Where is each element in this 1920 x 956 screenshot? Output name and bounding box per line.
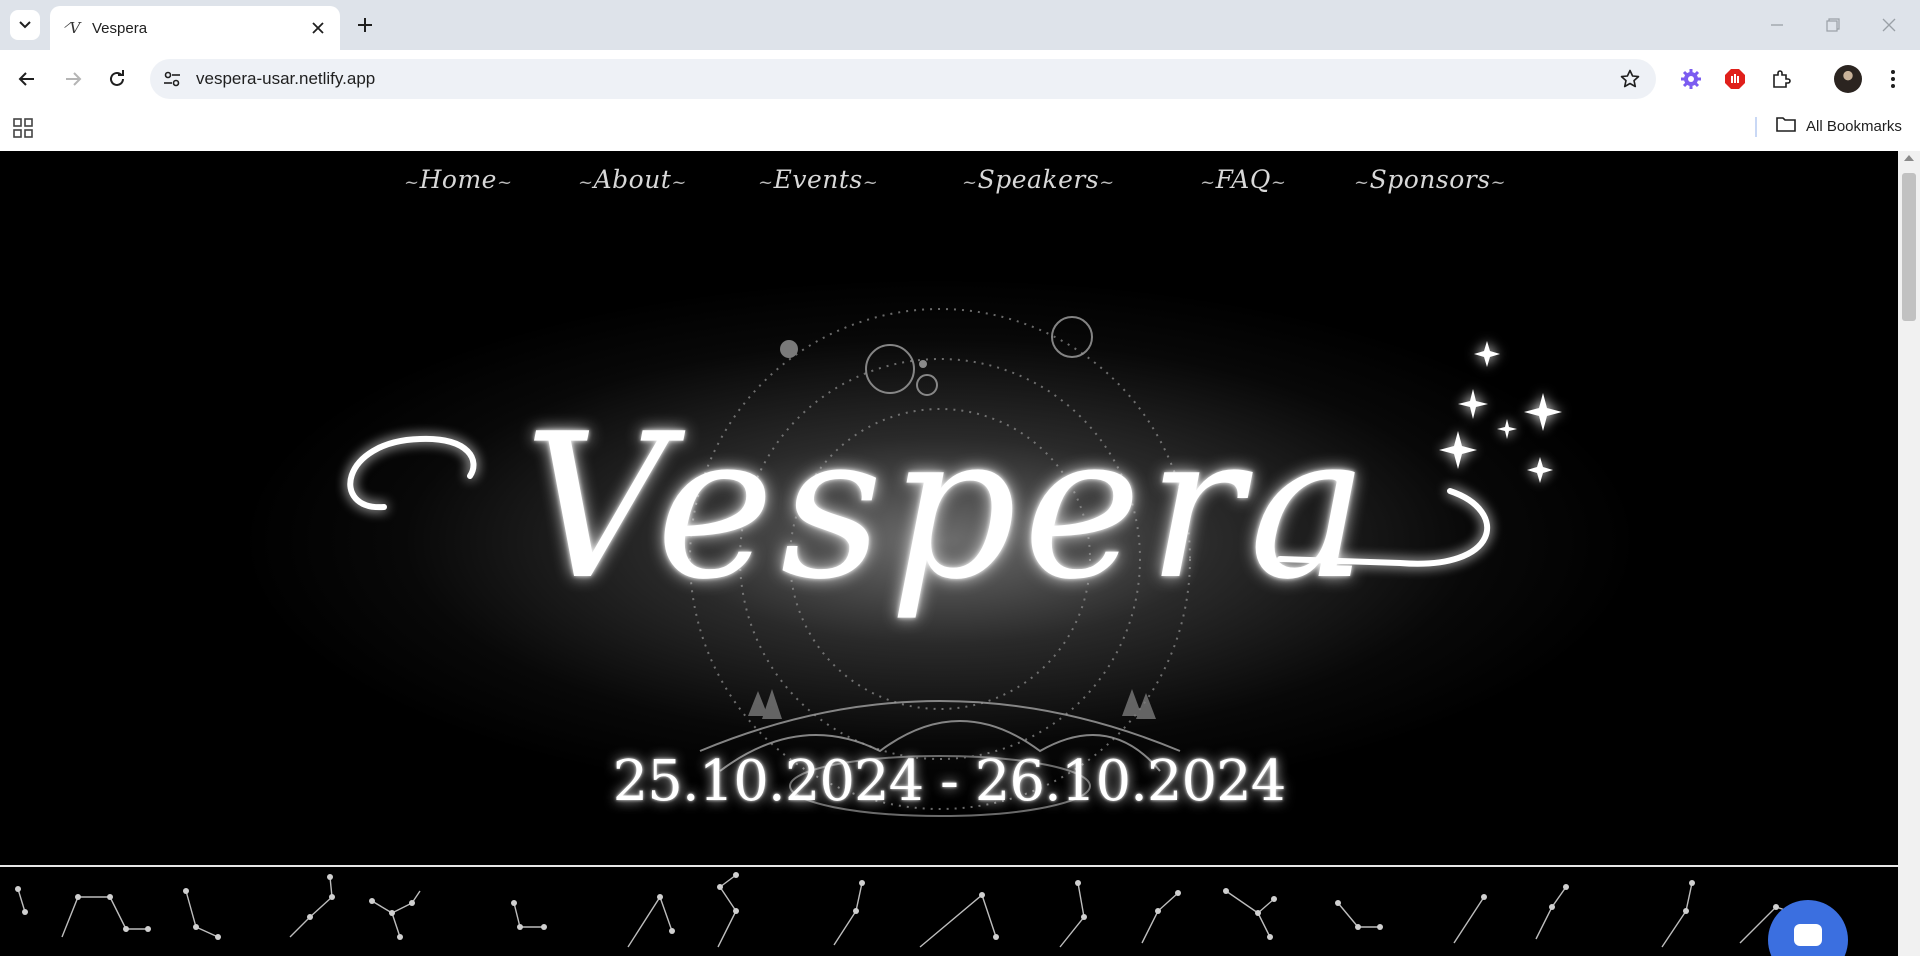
minimize-icon[interactable] xyxy=(1764,12,1790,38)
tab-search-icon[interactable] xyxy=(10,10,40,40)
kebab-menu-icon[interactable] xyxy=(1880,66,1906,92)
reload-icon[interactable] xyxy=(103,65,131,93)
star-icon[interactable] xyxy=(1618,67,1642,91)
folder-icon xyxy=(1776,116,1796,136)
page-scrollbar[interactable] xyxy=(1898,151,1920,956)
site-nav: Home About Events Speakers FAQ Sponsors xyxy=(0,151,1898,211)
tab-title: Vespera xyxy=(92,19,148,37)
nav-sponsors[interactable]: Sponsors xyxy=(1354,165,1506,194)
active-tab[interactable]: ⸍V Vespera xyxy=(50,6,340,50)
hero: Vespera 25.10.2024 - 26.10.2024 xyxy=(0,211,1898,883)
avatar[interactable] xyxy=(1834,65,1862,93)
puzzle-icon[interactable] xyxy=(1768,66,1794,92)
address-bar[interactable]: vespera-usar.netlify.app xyxy=(150,59,1656,99)
constellation-band xyxy=(15,872,1803,948)
nav-speakers[interactable]: Speakers xyxy=(962,165,1115,194)
chat-icon xyxy=(1794,924,1822,946)
adblock-icon[interactable] xyxy=(1722,66,1748,92)
nav-events[interactable]: Events xyxy=(758,165,878,194)
bookmarks-bar: All Bookmarks xyxy=(0,108,1920,151)
window-close-icon[interactable] xyxy=(1876,12,1902,38)
scroll-up-arrow-icon[interactable] xyxy=(1904,155,1914,161)
nav-home[interactable]: Home xyxy=(404,165,513,194)
all-bookmarks-label: All Bookmarks xyxy=(1806,117,1902,135)
apps-icon[interactable] xyxy=(12,117,36,141)
restore-icon[interactable] xyxy=(1820,12,1846,38)
scroll-thumb[interactable] xyxy=(1902,173,1916,321)
extension-gear-icon[interactable] xyxy=(1678,66,1704,92)
tab-strip: ⸍V Vespera xyxy=(0,0,1920,50)
browser-toolbar: vespera-usar.netlify.app xyxy=(0,50,1920,108)
tab-favicon: ⸍V xyxy=(62,19,81,37)
plus-icon[interactable] xyxy=(352,12,378,38)
all-bookmarks-button[interactable]: All Bookmarks xyxy=(1776,116,1902,136)
url-text[interactable]: vespera-usar.netlify.app xyxy=(196,69,375,89)
sparkle-icon xyxy=(1474,341,1500,367)
forward-icon[interactable] xyxy=(59,65,87,93)
close-icon[interactable] xyxy=(308,18,328,38)
site-info-icon[interactable] xyxy=(160,67,184,91)
nav-about[interactable]: About xyxy=(578,165,687,194)
page-viewport: Home About Events Speakers FAQ Sponsors xyxy=(0,151,1898,956)
browser-chrome: ⸍V Vespera vespera-usar.netlify.app All … xyxy=(0,0,1920,151)
hero-title: Vespera xyxy=(523,391,1375,624)
back-icon[interactable] xyxy=(13,65,41,93)
bookmarks-separator xyxy=(1755,117,1757,137)
event-dates: 25.10.2024 - 26.10.2024 xyxy=(612,749,1287,814)
nav-faq[interactable]: FAQ xyxy=(1200,165,1286,194)
